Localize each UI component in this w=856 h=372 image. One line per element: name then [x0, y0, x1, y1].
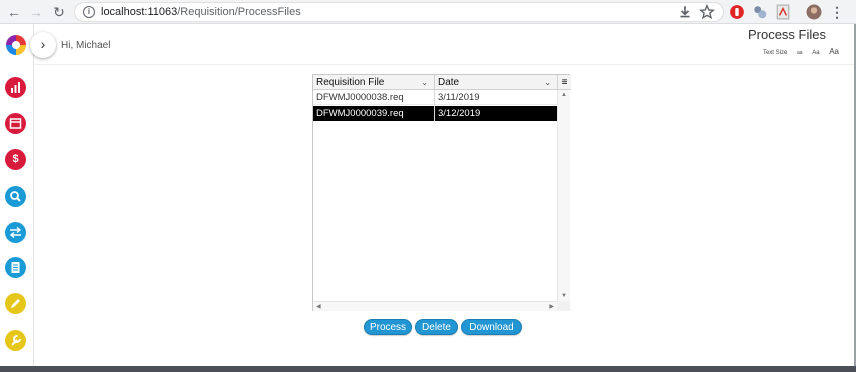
text-size-large-button[interactable]: Aa — [829, 47, 839, 56]
search-icon[interactable] — [5, 186, 26, 207]
table-row-selected[interactable]: DFWMJ0000039.req 3/12/2019 — [313, 106, 557, 121]
scroll-right-icon[interactable]: ▶ — [549, 302, 554, 312]
chart-icon[interactable] — [5, 77, 26, 98]
info-icon[interactable]: i — [83, 6, 95, 18]
download-button[interactable]: Download — [461, 319, 522, 335]
transfer-icon[interactable] — [5, 222, 26, 243]
cell-file: DFWMJ0000039.req — [313, 106, 435, 121]
page-title: Process Files — [747, 27, 826, 42]
document-icon[interactable] — [5, 257, 26, 278]
menu-kebab-icon[interactable]: ⋮ — [828, 3, 846, 21]
calendar-icon[interactable] — [5, 113, 26, 134]
chevron-down-icon[interactable]: ⌄ — [421, 75, 428, 90]
url-path: /Requisition/ProcessFiles — [177, 6, 301, 18]
pdf-icon[interactable] — [775, 4, 791, 20]
scroll-left-icon[interactable]: ◀ — [316, 302, 321, 312]
text-size-small-button[interactable]: aa — [797, 50, 803, 56]
grid-menu-icon[interactable]: ≡ — [557, 75, 571, 90]
wrench-icon[interactable] — [5, 330, 26, 351]
table-row[interactable]: DFWMJ0000038.req 3/11/2019 — [313, 90, 557, 105]
text-size-control: Text Size aa Aa Aa — [763, 47, 839, 56]
url-host: localhost:11063 — [101, 6, 178, 18]
greeting: Hi, Michael — [61, 40, 111, 51]
vertical-scrollbar[interactable]: ▲ ▼ — [557, 90, 570, 301]
sidebar-toggle-button[interactable]: › — [30, 32, 56, 58]
scrollbar-corner — [557, 301, 570, 311]
horizontal-scrollbar[interactable]: ◀ ▶ — [313, 301, 557, 311]
process-button[interactable]: Process — [364, 319, 412, 335]
browser-toolbar: ← → ↻ i localhost:11063/Requisition/Proc… — [0, 0, 856, 24]
address-bar[interactable]: i localhost:11063/Requisition/ProcessFil… — [74, 2, 724, 22]
url-text[interactable]: localhost:11063/Requisition/ProcessFiles — [101, 6, 301, 18]
profile-avatar-icon[interactable] — [806, 4, 822, 20]
forward-arrow-icon[interactable]: → — [27, 3, 45, 21]
adblock-icon[interactable] — [729, 4, 745, 20]
cell-date: 3/11/2019 — [438, 92, 480, 103]
header-divider — [35, 64, 854, 65]
taskbar-strip — [0, 366, 856, 372]
delete-button[interactable]: Delete — [415, 319, 458, 335]
column-header-label: Requisition File — [316, 77, 385, 88]
app-window: $ › Hi, Michael Process Files Text Size … — [0, 24, 856, 366]
pencil-icon[interactable] — [5, 293, 26, 314]
text-size-medium-button[interactable]: Aa — [812, 50, 819, 56]
column-header-requisition-file[interactable]: Requisition File ⌄ — [313, 75, 435, 90]
scroll-up-icon[interactable]: ▲ — [561, 92, 567, 98]
back-arrow-icon[interactable]: ← — [5, 3, 23, 21]
app-logo-icon[interactable] — [6, 35, 26, 55]
dollar-icon[interactable]: $ — [5, 149, 26, 170]
star-icon[interactable] — [699, 4, 715, 20]
download-icon[interactable] — [677, 4, 693, 20]
sidebar: $ — [0, 24, 34, 366]
column-header-date[interactable]: Date ⌄ — [435, 75, 557, 90]
text-size-label: Text Size — [762, 50, 788, 56]
chevron-down-icon[interactable]: ⌄ — [544, 75, 551, 90]
cell-date: 3/12/2019 — [438, 108, 481, 119]
scroll-down-icon[interactable]: ▼ — [561, 293, 567, 299]
extension-icon[interactable] — [752, 4, 768, 20]
cell-file: DFWMJ0000038.req — [313, 90, 435, 105]
requisition-files-grid: Requisition File ⌄ Date ⌄ ≡ DFWMJ0000038… — [312, 74, 571, 311]
column-header-label: Date — [438, 77, 460, 88]
reload-icon[interactable]: ↻ — [50, 3, 68, 21]
